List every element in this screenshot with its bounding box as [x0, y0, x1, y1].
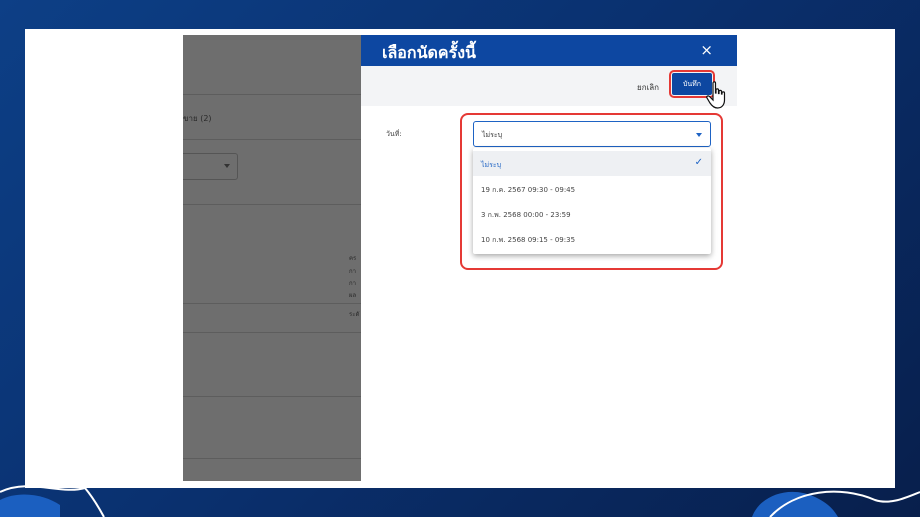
background-select: [183, 153, 238, 180]
dialog-title: เลือกนัดครั้งนี้: [382, 43, 476, 62]
background-text: ผล: [349, 292, 357, 299]
check-icon: ✓: [694, 157, 703, 168]
dropdown-option[interactable]: ไม่ระบุ ✓: [473, 151, 711, 176]
divider: [183, 332, 361, 333]
select-value: ไม่ระบุ: [482, 131, 503, 139]
divider: [183, 94, 361, 95]
chevron-down-icon: [224, 164, 230, 168]
cancel-button[interactable]: ยกเลิก: [637, 81, 659, 94]
background-text: คร: [349, 255, 357, 262]
chevron-down-icon: [696, 133, 702, 137]
background-app-overlay: ขาย (2) คร กา กา ผล ระดั: [183, 35, 361, 481]
pointer-hand-icon: [706, 81, 726, 109]
dropdown-option[interactable]: 19 ก.ค. 2567 09:30 - 09:45: [473, 176, 711, 201]
background-text: ระดั: [349, 311, 360, 318]
background-tab: ขาย (2): [183, 114, 212, 123]
option-label: 19 ก.ค. 2567 09:30 - 09:45: [481, 186, 576, 194]
background-text: กา: [349, 280, 357, 287]
divider: [183, 303, 361, 304]
option-label: 10 ก.พ. 2568 09:15 - 09:35: [481, 236, 576, 244]
close-icon[interactable]: ×: [700, 42, 713, 58]
dialog-toolbar: ยกเลิก บันทึก: [361, 66, 737, 109]
dropdown-option[interactable]: 3 ก.พ. 2568 00:00 - 23:59: [473, 201, 711, 226]
dialog-header: เลือกนัดครั้งนี้ ×: [361, 35, 737, 66]
dropdown-option[interactable]: 10 ก.พ. 2568 09:15 - 09:35: [473, 226, 711, 251]
divider: [183, 139, 361, 140]
appointment-dialog: เลือกนัดครั้งนี้ × ยกเลิก บันทึก วันที่:…: [361, 35, 737, 481]
divider: [183, 458, 361, 459]
option-label: ไม่ระบุ: [481, 161, 502, 169]
date-label: วันที่:: [386, 130, 402, 138]
date-select[interactable]: ไม่ระบุ: [473, 121, 711, 147]
background-text: กา: [349, 268, 357, 275]
divider: [183, 396, 361, 397]
option-label: 3 ก.พ. 2568 00:00 - 23:59: [481, 211, 571, 219]
date-dropdown-list: ไม่ระบุ ✓ 19 ก.ค. 2567 09:30 - 09:45 3 ก…: [473, 148, 711, 254]
divider: [183, 204, 361, 205]
